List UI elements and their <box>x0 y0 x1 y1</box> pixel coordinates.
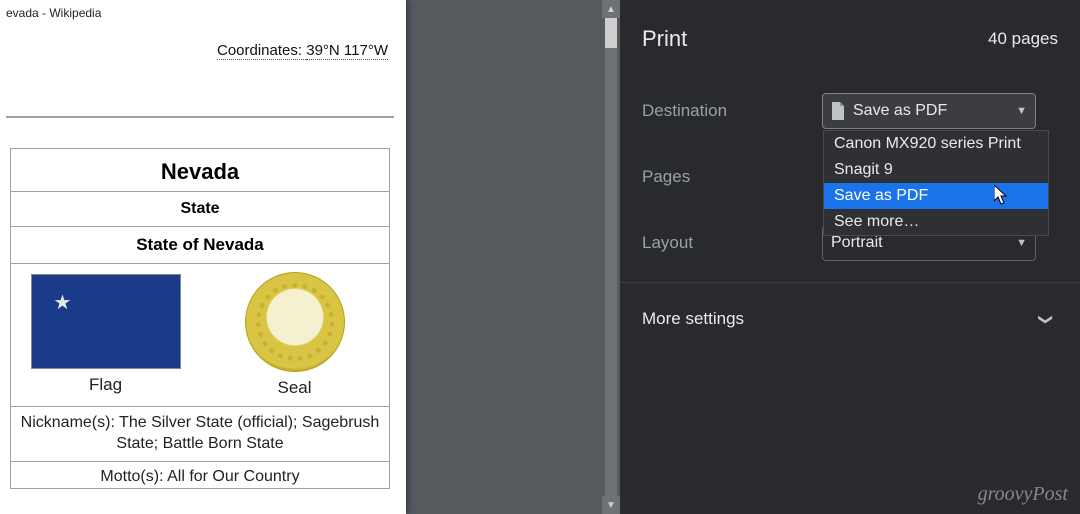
more-settings-label: More settings <box>642 309 744 329</box>
seal-image <box>245 272 345 372</box>
watermark: groovyPost <box>978 483 1068 506</box>
preview-scrollbar[interactable]: ▲ ▼ <box>602 0 620 514</box>
chevron-down-icon: ❯ <box>1038 313 1055 325</box>
destination-dropdown[interactable]: Canon MX920 series Print Snagit 9 Save a… <box>823 130 1049 236</box>
page-count: 40 pages <box>988 29 1058 49</box>
panel-title: Print <box>642 26 687 52</box>
infobox-subtitle: State <box>11 192 389 227</box>
infobox: Nevada State State of Nevada ★ Flag Seal <box>10 148 390 489</box>
divider <box>6 116 394 118</box>
panel-header: Print 40 pages <box>620 0 1080 78</box>
flag-image: ★ <box>31 274 181 369</box>
coordinates-value: 39°N 117°W <box>306 42 388 60</box>
destination-select[interactable]: Save as PDF ▼ Canon MX920 series Print S… <box>822 93 1036 129</box>
preview-page: evada - Wikipedia Coordinates: 39°N 117°… <box>0 0 406 514</box>
coordinates: Coordinates: 39°N 117°W <box>217 42 388 60</box>
more-settings-row[interactable]: More settings ❯ <box>620 289 1080 349</box>
cursor-icon <box>994 185 1008 205</box>
infobox-subtitle2: State of Nevada <box>11 227 389 264</box>
star-icon: ★ <box>54 290 72 315</box>
destination-selected: Save as PDF <box>853 102 947 120</box>
destination-option-selected[interactable]: Save as PDF <box>824 183 1048 209</box>
pages-label: Pages <box>642 167 822 187</box>
infobox-motto: Motto(s): All for Our Country <box>11 462 389 488</box>
scroll-down-icon[interactable]: ▼ <box>602 496 620 514</box>
seal-cell: Seal <box>200 264 389 406</box>
print-preview-pane: evada - Wikipedia Coordinates: 39°N 117°… <box>0 0 620 514</box>
infobox-nicknames: Nickname(s): The Silver State (official)… <box>11 407 389 462</box>
coordinates-label: Coordinates: <box>217 42 302 60</box>
destination-label: Destination <box>642 101 822 121</box>
destination-option-label: Save as PDF <box>834 187 928 204</box>
chevron-down-icon: ▼ <box>1016 237 1027 249</box>
print-settings-panel: Print 40 pages Destination Save as PDF ▼… <box>620 0 1080 514</box>
flag-label: Flag <box>15 373 196 395</box>
destination-option[interactable]: Canon MX920 series Print <box>824 131 1048 157</box>
layout-label: Layout <box>642 233 822 253</box>
layout-value: Portrait <box>831 234 883 252</box>
scroll-up-icon[interactable]: ▲ <box>602 0 620 18</box>
infobox-title: Nevada <box>11 149 389 192</box>
document-icon <box>831 102 845 120</box>
destination-row: Destination Save as PDF ▼ Canon MX920 se… <box>620 78 1080 144</box>
page-header-tab: evada - Wikipedia <box>6 6 394 24</box>
destination-option[interactable]: Snagit 9 <box>824 157 1048 183</box>
flag-seal-row: ★ Flag Seal <box>11 264 389 407</box>
scrollbar-thumb[interactable] <box>605 18 617 48</box>
scrollbar-track[interactable] <box>605 18 617 496</box>
chevron-down-icon: ▼ <box>1016 105 1027 117</box>
destination-option-see-more[interactable]: See more… <box>824 209 1048 235</box>
seal-label: Seal <box>204 376 385 398</box>
flag-cell: ★ Flag <box>11 264 200 406</box>
divider <box>620 282 1080 283</box>
